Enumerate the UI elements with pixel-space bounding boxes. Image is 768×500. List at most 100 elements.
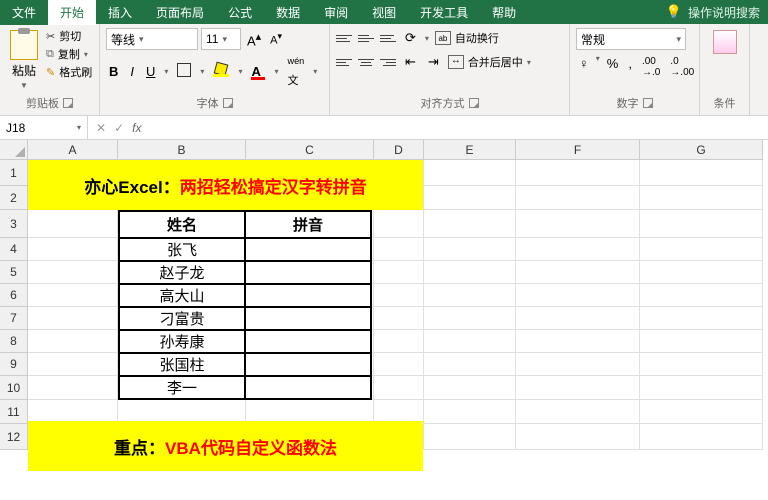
select-all-button[interactable] xyxy=(0,140,28,160)
cell-F9[interactable] xyxy=(516,353,640,376)
table-cell[interactable] xyxy=(245,330,371,353)
table-cell[interactable] xyxy=(245,284,371,307)
decrease-indent-button[interactable]: ⇤ xyxy=(402,52,419,72)
cell-D8[interactable] xyxy=(374,330,424,353)
merge-center-button[interactable]: 合并后居中▾ xyxy=(448,54,531,70)
cell-E9[interactable] xyxy=(424,353,516,376)
tab-review[interactable]: 审阅 xyxy=(312,0,360,25)
table-cell[interactable] xyxy=(245,238,371,261)
col-header-D[interactable]: D xyxy=(374,140,424,160)
cell-D7[interactable] xyxy=(374,307,424,330)
cell-F11[interactable] xyxy=(516,400,640,424)
cut-button[interactable]: ✂剪切 xyxy=(46,28,92,44)
orientation-button[interactable]: ⟳ xyxy=(402,28,419,48)
cell-F10[interactable] xyxy=(516,376,640,400)
conditional-format-button[interactable] xyxy=(706,28,743,56)
row-header-12[interactable]: 12 xyxy=(0,424,28,450)
cell-E10[interactable] xyxy=(424,376,516,400)
cell-A5[interactable] xyxy=(28,261,118,284)
cell-D3[interactable] xyxy=(374,210,424,238)
fill-color-button[interactable] xyxy=(210,61,232,82)
cell-F8[interactable] xyxy=(516,330,640,353)
cell-G11[interactable] xyxy=(640,400,763,424)
tab-insert[interactable]: 插入 xyxy=(96,0,144,25)
tab-home[interactable]: 开始 xyxy=(48,0,96,25)
row-header-11[interactable]: 11 xyxy=(0,400,28,424)
table-cell[interactable]: 孙寿康 xyxy=(119,330,245,353)
cell-A7[interactable] xyxy=(28,307,118,330)
font-color-button[interactable]: A xyxy=(248,62,268,81)
cell-G10[interactable] xyxy=(640,376,763,400)
table-cell[interactable] xyxy=(245,261,371,284)
row-header-9[interactable]: 9 xyxy=(0,353,28,376)
cell-A9[interactable] xyxy=(28,353,118,376)
cell-G8[interactable] xyxy=(640,330,763,353)
cell-E4[interactable] xyxy=(424,238,516,261)
tab-view[interactable]: 视图 xyxy=(360,0,408,25)
cell-E8[interactable] xyxy=(424,330,516,353)
align-bottom-button[interactable] xyxy=(380,35,396,42)
cell-A8[interactable] xyxy=(28,330,118,353)
row-header-3[interactable]: 3 xyxy=(0,210,28,238)
cell-D5[interactable] xyxy=(374,261,424,284)
table-cell[interactable] xyxy=(245,353,371,376)
row-header-2[interactable]: 2 xyxy=(0,186,28,210)
header-pinyin[interactable]: 拼音 xyxy=(245,211,371,238)
cell-G9[interactable] xyxy=(640,353,763,376)
cell-E11[interactable] xyxy=(424,400,516,424)
cell-G6[interactable] xyxy=(640,284,763,307)
cell-F7[interactable] xyxy=(516,307,640,330)
col-header-B[interactable]: B xyxy=(118,140,246,160)
cell-D10[interactable] xyxy=(374,376,424,400)
format-painter-button[interactable]: ✎格式刷 xyxy=(46,64,92,80)
cell-E3[interactable] xyxy=(424,210,516,238)
increase-indent-button[interactable]: ⇥ xyxy=(425,52,442,72)
table-cell[interactable]: 赵子龙 xyxy=(119,261,245,284)
underline-button[interactable]: U xyxy=(143,62,158,81)
cell-E2[interactable] xyxy=(424,186,516,210)
tab-help[interactable]: 帮助 xyxy=(480,0,528,25)
cell-D6[interactable] xyxy=(374,284,424,307)
row-header-5[interactable]: 5 xyxy=(0,261,28,284)
row-header-8[interactable]: 8 xyxy=(0,330,28,353)
row-header-10[interactable]: 10 xyxy=(0,376,28,400)
cell-F1[interactable] xyxy=(516,160,640,186)
table-cell[interactable] xyxy=(245,376,371,399)
name-box[interactable]: J18▾ xyxy=(0,116,88,139)
row-header-7[interactable]: 7 xyxy=(0,307,28,330)
cell-G1[interactable] xyxy=(640,160,763,186)
cell-G7[interactable] xyxy=(640,307,763,330)
cell-G5[interactable] xyxy=(640,261,763,284)
accept-formula-button[interactable]: ✓ xyxy=(114,121,124,135)
cell-F3[interactable] xyxy=(516,210,640,238)
fx-button[interactable]: fx xyxy=(132,121,141,135)
tab-dev[interactable]: 开发工具 xyxy=(408,0,480,25)
tab-data[interactable]: 数据 xyxy=(264,0,312,25)
wrap-text-button[interactable]: ab自动换行 xyxy=(435,30,499,46)
cell-F2[interactable] xyxy=(516,186,640,210)
number-format-combo[interactable]: 常规▾ xyxy=(576,28,686,50)
cell-E5[interactable] xyxy=(424,261,516,284)
tab-formula[interactable]: 公式 xyxy=(216,0,264,25)
tab-layout[interactable]: 页面布局 xyxy=(144,0,216,25)
table-cell[interactable] xyxy=(245,307,371,330)
tell-me-search[interactable]: 操作说明搜索 xyxy=(688,4,760,21)
number-launcher[interactable] xyxy=(643,98,653,108)
font-size-combo[interactable]: 11▾ xyxy=(201,28,241,50)
italic-button[interactable]: I xyxy=(127,62,137,81)
font-name-combo[interactable]: 等线▾ xyxy=(106,28,198,50)
comma-button[interactable]: , xyxy=(625,54,635,80)
col-header-G[interactable]: G xyxy=(640,140,763,160)
cell-E1[interactable] xyxy=(424,160,516,186)
cell-A10[interactable] xyxy=(28,376,118,400)
font-launcher[interactable] xyxy=(223,98,233,108)
cell-E7[interactable] xyxy=(424,307,516,330)
table-cell[interactable]: 张国柱 xyxy=(119,353,245,376)
cell-D4[interactable] xyxy=(374,238,424,261)
percent-button[interactable]: % xyxy=(604,54,622,80)
grow-font-button[interactable]: A▴ xyxy=(244,30,264,48)
row-header-1[interactable]: 1 xyxy=(0,160,28,186)
cell-G2[interactable] xyxy=(640,186,763,210)
cell-F4[interactable] xyxy=(516,238,640,261)
cell-A6[interactable] xyxy=(28,284,118,307)
